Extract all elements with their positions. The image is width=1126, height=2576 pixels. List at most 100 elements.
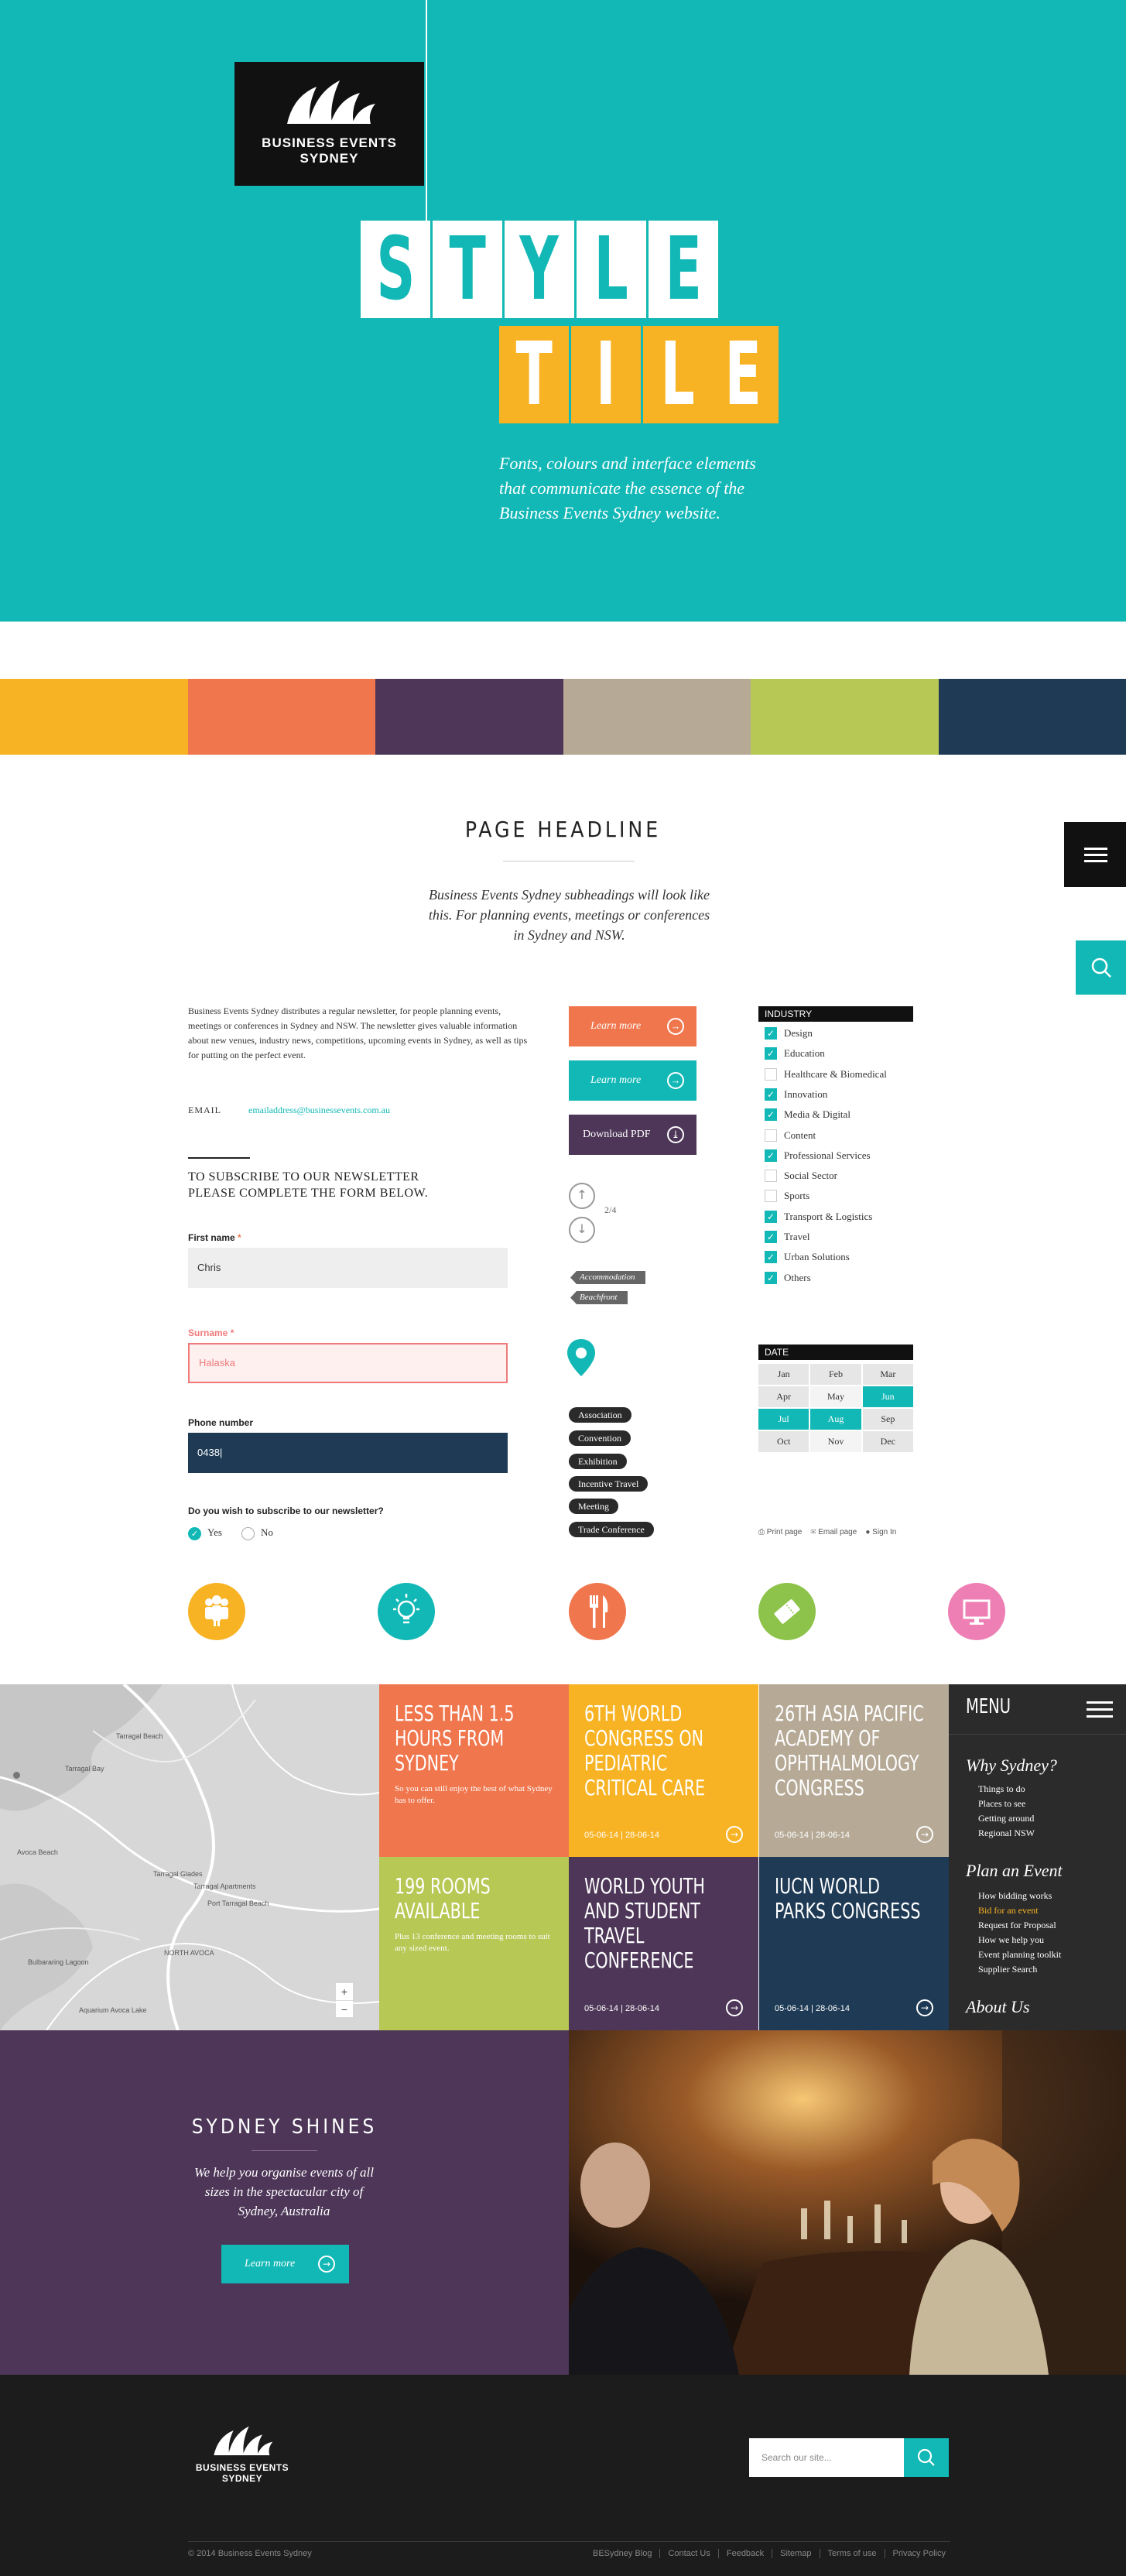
- print-link[interactable]: Print page: [767, 1528, 803, 1536]
- checkbox-checked-icon: ✓: [765, 1251, 777, 1264]
- learn-more-button[interactable]: Learn more →: [569, 1060, 696, 1101]
- sign-in-link[interactable]: Sign In: [872, 1528, 896, 1536]
- tag[interactable]: Beachfront: [570, 1291, 628, 1304]
- arrow-right-icon[interactable]: →: [726, 1826, 743, 1843]
- industry-checkbox[interactable]: ✓ Others: [765, 1272, 811, 1285]
- footer-link[interactable]: BESydney Blog: [585, 2549, 659, 2558]
- menu-heading[interactable]: Plan an Event: [966, 1861, 1063, 1881]
- first-name-field[interactable]: Chris: [188, 1248, 508, 1288]
- learn-more-button[interactable]: Learn more →: [221, 2245, 349, 2283]
- footer-link[interactable]: Contact Us: [659, 2549, 717, 2558]
- menu-item[interactable]: Request for Proposal: [978, 1920, 1056, 1931]
- hamburger-icon[interactable]: [1087, 1700, 1114, 1720]
- industry-checkbox[interactable]: ✓ Professional Services: [765, 1149, 871, 1163]
- first-name-label: First name *: [188, 1232, 241, 1243]
- category-pill[interactable]: Trade Conference: [569, 1522, 654, 1537]
- map-zoom-in[interactable]: +: [336, 1983, 353, 2000]
- industry-checkbox[interactable]: ✓ Media & Digital: [765, 1108, 850, 1122]
- menu-panel: MENU Why Sydney? Things to do Places to …: [949, 1684, 1126, 2030]
- month-cell[interactable]: Sep: [862, 1409, 913, 1430]
- promo-tile[interactable]: LESS THAN 1.5 HOURS FROM SYDNEY So you c…: [379, 1684, 569, 1857]
- month-cell[interactable]: Jun: [862, 1386, 913, 1407]
- menu-item[interactable]: How bidding works: [978, 1890, 1052, 1902]
- promo-tile[interactable]: IUCN WORLD PARKS CONGRESS 05-06-14 | 28-…: [759, 1857, 949, 2030]
- footer-search-input[interactable]: Search our site...: [749, 2438, 904, 2477]
- menu-item[interactable]: Event planning toolkit: [978, 1949, 1061, 1961]
- footer-link[interactable]: Terms of use: [819, 2549, 885, 2558]
- month-cell[interactable]: Apr: [758, 1386, 809, 1407]
- menu-item[interactable]: Getting around: [978, 1813, 1034, 1824]
- footer-link[interactable]: Privacy Policy: [884, 2549, 953, 2558]
- lightbulb-icon: [378, 1583, 435, 1640]
- menu-heading[interactable]: About Us: [966, 1997, 1030, 2017]
- industry-checkbox[interactable]: ✓ Transport & Logistics: [765, 1211, 872, 1224]
- promo-tile[interactable]: 26TH ASIA PACIFIC ACADEMY OF OPHTHALMOLO…: [759, 1684, 949, 1857]
- industry-checkbox[interactable]: ✓ Innovation: [765, 1088, 827, 1101]
- brand-logo[interactable]: BUSINESS EVENTS SYDNEY: [234, 62, 424, 186]
- footer-link[interactable]: Sitemap: [772, 2549, 819, 2558]
- industry-checkbox[interactable]: Content: [765, 1129, 816, 1142]
- promo-tile[interactable]: 6TH WORLD CONGRESS ON PEDIATRIC CRITICAL…: [569, 1684, 758, 1857]
- menu-button[interactable]: [1064, 822, 1126, 887]
- search-button[interactable]: [1076, 940, 1126, 995]
- category-pill[interactable]: Exhibition: [569, 1454, 627, 1469]
- footer-search-button[interactable]: [904, 2438, 949, 2477]
- headline-divider: [503, 861, 635, 862]
- month-cell[interactable]: Feb: [810, 1364, 861, 1385]
- map-graphic: [0, 1684, 379, 2030]
- month-cell[interactable]: Aug: [810, 1409, 861, 1430]
- learn-more-button[interactable]: Learn more →: [569, 1006, 696, 1046]
- arrow-right-icon[interactable]: →: [916, 1999, 933, 2016]
- menu-item[interactable]: Places to see: [978, 1798, 1025, 1810]
- category-pill[interactable]: Meeting: [569, 1499, 618, 1514]
- phone-field[interactable]: 0438|: [188, 1433, 508, 1473]
- category-pill[interactable]: Convention: [569, 1430, 631, 1446]
- arrow-right-icon[interactable]: →: [916, 1826, 933, 1843]
- newsletter-question: Do you wish to subscribe to our newslett…: [188, 1506, 384, 1516]
- menu-item[interactable]: Regional NSW: [978, 1828, 1035, 1839]
- industry-checkbox[interactable]: ✓ Education: [765, 1047, 825, 1060]
- industry-checkbox[interactable]: ✓ Travel: [765, 1231, 809, 1244]
- colour-palette: [0, 679, 1126, 755]
- menu-heading[interactable]: Why Sydney?: [966, 1756, 1057, 1776]
- radio-yes[interactable]: ✓ Yes: [188, 1526, 222, 1540]
- promo-tile[interactable]: WORLD YOUTH AND STUDENT TRAVEL CONFERENC…: [569, 1857, 758, 2030]
- location-map[interactable]: Tarragal Bay Tarragal Beach Tarragal Gla…: [0, 1684, 379, 2030]
- menu-item[interactable]: Things to do: [978, 1783, 1025, 1795]
- surname-field[interactable]: Halaska: [188, 1343, 508, 1383]
- industry-checkbox[interactable]: Social Sector: [765, 1170, 837, 1183]
- category-pill[interactable]: Association: [569, 1407, 631, 1423]
- arrow-down-icon[interactable]: ↓: [569, 1217, 595, 1243]
- industry-checkbox[interactable]: ✓ Design: [765, 1027, 813, 1040]
- footer-logo[interactable]: BUSINESS EVENTS SYDNEY: [188, 2421, 296, 2484]
- month-cell[interactable]: May: [810, 1386, 861, 1407]
- email-link[interactable]: emailaddress@businessevents.com.au: [248, 1105, 390, 1116]
- industry-checkbox[interactable]: ✓ Urban Solutions: [765, 1251, 850, 1264]
- radio-no[interactable]: No: [241, 1526, 273, 1540]
- footer-link[interactable]: Feedback: [717, 2549, 772, 2558]
- month-cell[interactable]: Jan: [758, 1364, 809, 1385]
- category-pill[interactable]: Incentive Travel: [569, 1476, 649, 1492]
- month-cell[interactable]: Jul: [758, 1409, 809, 1430]
- month-cell[interactable]: Mar: [862, 1364, 913, 1385]
- title-letter: E: [649, 221, 718, 318]
- screen-icon: [948, 1583, 1005, 1640]
- month-cell[interactable]: Dec: [862, 1431, 913, 1452]
- map-zoom-out[interactable]: −: [336, 2000, 353, 2017]
- industry-checkbox[interactable]: Sports: [765, 1190, 809, 1203]
- promo-dates: 05-06-14 | 28-06-14: [775, 2004, 850, 2013]
- month-cell[interactable]: Nov: [810, 1431, 861, 1452]
- industry-checkbox[interactable]: Healthcare & Biomedical: [765, 1068, 887, 1081]
- arrow-up-icon[interactable]: ↑: [569, 1183, 595, 1209]
- promo-text: Plus 13 conference and meeting rooms to …: [395, 1932, 550, 1953]
- month-cell[interactable]: Oct: [758, 1431, 809, 1452]
- promo-tile[interactable]: 199 ROOMS AVAILABLE Plus 13 conference a…: [379, 1857, 569, 2030]
- menu-item[interactable]: Supplier Search: [978, 1964, 1037, 1975]
- promo-dates: 05-06-14 | 28-06-14: [584, 2004, 660, 2013]
- download-pdf-button[interactable]: Download PDF ⤓: [569, 1115, 696, 1155]
- email-page-link[interactable]: Email page: [818, 1528, 857, 1536]
- menu-item[interactable]: How we help you: [978, 1934, 1044, 1946]
- menu-item-active[interactable]: Bid for an event: [978, 1905, 1039, 1917]
- arrow-right-icon[interactable]: →: [726, 1999, 743, 2016]
- tag[interactable]: Accommodation: [570, 1271, 646, 1284]
